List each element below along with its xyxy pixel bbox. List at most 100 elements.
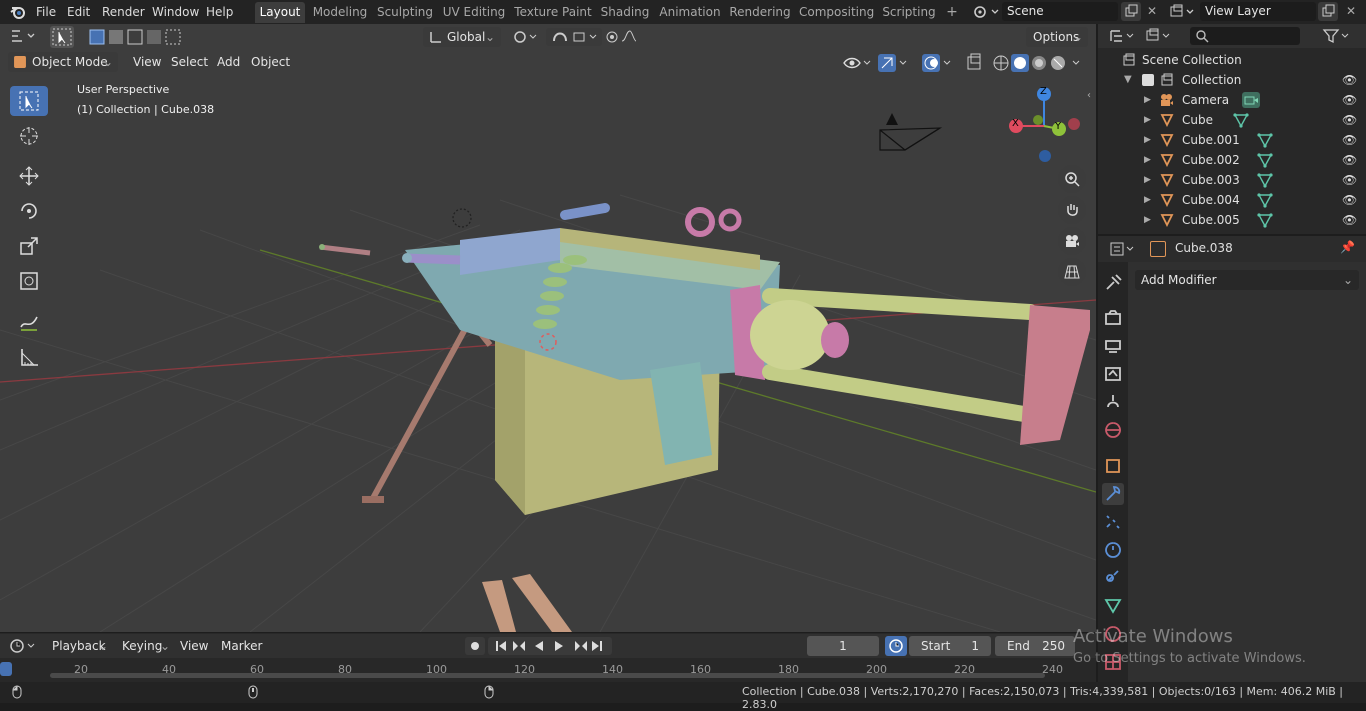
outliner-scene-collection[interactable]: Scene Collection xyxy=(1098,50,1366,70)
select-box-tool[interactable] xyxy=(10,86,48,116)
navigation-gizmo[interactable]: Z X Y xyxy=(1004,82,1088,166)
rotate-tool[interactable] xyxy=(10,196,48,226)
world-icon[interactable] xyxy=(1102,419,1124,441)
expand-right-icon[interactable]: ▶ xyxy=(1144,150,1151,170)
add-modifier-dropdown[interactable]: Add Modifier ⌄ xyxy=(1135,270,1359,290)
display-mode-icon[interactable] xyxy=(1144,27,1174,45)
view-layer-field[interactable]: View Layer xyxy=(1200,2,1316,21)
tab-uv-editing[interactable]: UV Editing xyxy=(441,2,507,23)
scale-tool[interactable] xyxy=(10,231,48,261)
copy-view-layer-icon[interactable] xyxy=(1318,2,1338,21)
editor-type-icon[interactable] xyxy=(8,26,40,46)
viewport-menu-select[interactable]: Select xyxy=(166,52,213,72)
viewport-menu-view[interactable]: View xyxy=(128,52,166,72)
playback-dropdown[interactable]: Playback ⌄ xyxy=(46,636,112,656)
snapping-controls[interactable] xyxy=(510,27,640,47)
menu-edit[interactable]: Edit xyxy=(67,3,90,21)
eye-icon[interactable]: 👁 xyxy=(1342,110,1357,130)
filter-icon[interactable] xyxy=(1322,27,1352,45)
menu-help[interactable]: Help xyxy=(206,3,233,21)
particles-icon[interactable] xyxy=(1102,511,1124,533)
move-tool[interactable] xyxy=(10,161,48,191)
scene-icon[interactable] xyxy=(1102,391,1124,413)
cursor-tool[interactable] xyxy=(10,121,48,151)
menu-render[interactable]: Render xyxy=(102,3,145,21)
expand-right-icon[interactable]: ▶ xyxy=(1144,130,1151,150)
eye-icon[interactable]: 👁 xyxy=(1342,150,1357,170)
tab-shading[interactable]: Shading xyxy=(598,2,652,23)
viewport-menu-object[interactable]: Object xyxy=(246,52,295,72)
copy-scene-icon[interactable] xyxy=(1121,2,1141,21)
playhead[interactable] xyxy=(0,662,12,676)
tab-rendering[interactable]: Rendering xyxy=(728,2,792,23)
close-view-layer-icon[interactable]: ✕ xyxy=(1342,2,1360,21)
current-frame-field[interactable]: 1 xyxy=(807,636,879,656)
shading-controls[interactable] xyxy=(840,53,1090,73)
tab-modeling[interactable]: Modeling xyxy=(309,2,371,23)
pin-icon[interactable]: 📌 xyxy=(1340,240,1355,254)
render-icon[interactable] xyxy=(1102,307,1124,329)
outliner-object-row[interactable]: ▶ Cube.003 👁 xyxy=(1098,170,1366,190)
eye-icon[interactable]: 👁 xyxy=(1342,210,1357,230)
playback-controls[interactable] xyxy=(488,637,612,655)
tool-settings-icon[interactable] xyxy=(1102,272,1124,294)
options-dropdown[interactable]: Options ⌄ xyxy=(1026,27,1088,47)
annotate-tool[interactable] xyxy=(10,307,48,337)
menu-file[interactable]: File xyxy=(36,3,56,21)
tab-sculpting[interactable]: Sculpting xyxy=(375,2,435,23)
object-data-mesh-icon[interactable] xyxy=(1102,595,1124,617)
expand-right-icon[interactable]: ▶ xyxy=(1144,210,1151,230)
tab-animation[interactable]: Animation xyxy=(657,2,723,23)
3d-viewport[interactable]: Global ⌄ Options ⌄ Object Mode ⌄ View Selec… xyxy=(0,24,1096,632)
eye-icon[interactable]: 👁 xyxy=(1342,170,1357,190)
tab-compositing[interactable]: Compositing xyxy=(799,2,874,23)
outliner-object-row[interactable]: ▶ Cube.005 👁 xyxy=(1098,210,1366,230)
outliner-collection[interactable]: ▼ Collection 👁 xyxy=(1098,70,1366,90)
camera-view-icon[interactable] xyxy=(1058,227,1086,255)
clock-icon[interactable] xyxy=(885,636,907,656)
tab-scripting[interactable]: Scripting xyxy=(880,2,938,23)
timeline-editor-icon[interactable] xyxy=(8,637,40,655)
outliner-object-row[interactable]: ▶ Camera 👁 xyxy=(1098,90,1366,110)
outliner-object-row[interactable]: ▶ Cube.004 👁 xyxy=(1098,190,1366,210)
outliner-editor-icon[interactable] xyxy=(1108,27,1138,45)
perspective-toggle-icon[interactable] xyxy=(1058,258,1086,286)
outliner-object-row[interactable]: ▶ Cube.002 👁 xyxy=(1098,150,1366,170)
expand-right-icon[interactable]: ▶ xyxy=(1144,190,1151,210)
object-icon[interactable] xyxy=(1102,455,1124,477)
properties-editor-icon[interactable] xyxy=(1108,240,1138,258)
view-layer-icon[interactable] xyxy=(1102,363,1124,385)
start-frame-field[interactable]: Start 1 xyxy=(909,636,991,656)
expand-down-icon[interactable]: ▼ xyxy=(1124,70,1132,90)
expand-right-icon[interactable]: ▶ xyxy=(1144,90,1151,110)
tab-layout[interactable]: Layout xyxy=(255,2,305,23)
transform-tool[interactable] xyxy=(10,266,48,296)
end-frame-field[interactable]: End 250 xyxy=(995,636,1075,656)
expand-right-icon[interactable]: ▶ xyxy=(1144,110,1151,130)
physics-icon[interactable] xyxy=(1102,539,1124,561)
outliner-object-row[interactable]: ▶ Cube 👁 xyxy=(1098,110,1366,130)
scene-selector-icon[interactable] xyxy=(972,3,1000,21)
record-button[interactable] xyxy=(465,637,485,655)
eye-icon[interactable]: 👁 xyxy=(1342,90,1357,110)
close-scene-icon[interactable]: ✕ xyxy=(1143,2,1161,21)
view-layer-selector-icon[interactable] xyxy=(1168,3,1196,21)
selection-mode-icons[interactable] xyxy=(88,28,184,46)
tab-texture-paint[interactable]: Texture Paint xyxy=(513,2,593,23)
blender-logo-icon[interactable] xyxy=(9,3,27,21)
modifier-wrench-icon[interactable] xyxy=(1102,483,1124,505)
checkbox-icon[interactable] xyxy=(1142,74,1154,86)
eye-icon[interactable]: 👁 xyxy=(1342,190,1357,210)
constraints-icon[interactable] xyxy=(1102,567,1124,589)
eye-icon[interactable]: 👁 xyxy=(1342,70,1357,90)
scene-name-field[interactable]: Scene xyxy=(1002,2,1118,21)
add-workspace-button[interactable]: + xyxy=(942,2,962,23)
viewport-menu-add[interactable]: Add xyxy=(212,52,245,72)
output-icon[interactable] xyxy=(1102,335,1124,357)
select-tool-icon[interactable] xyxy=(50,26,74,48)
outliner-search-input[interactable] xyxy=(1190,27,1300,45)
sidebar-toggle-icon[interactable]: ‹ xyxy=(1087,90,1096,104)
outliner-object-row[interactable]: ▶ Cube.001 👁 xyxy=(1098,130,1366,150)
keying-dropdown[interactable]: Keying ⌄ xyxy=(116,636,174,656)
zoom-icon[interactable] xyxy=(1058,165,1086,193)
